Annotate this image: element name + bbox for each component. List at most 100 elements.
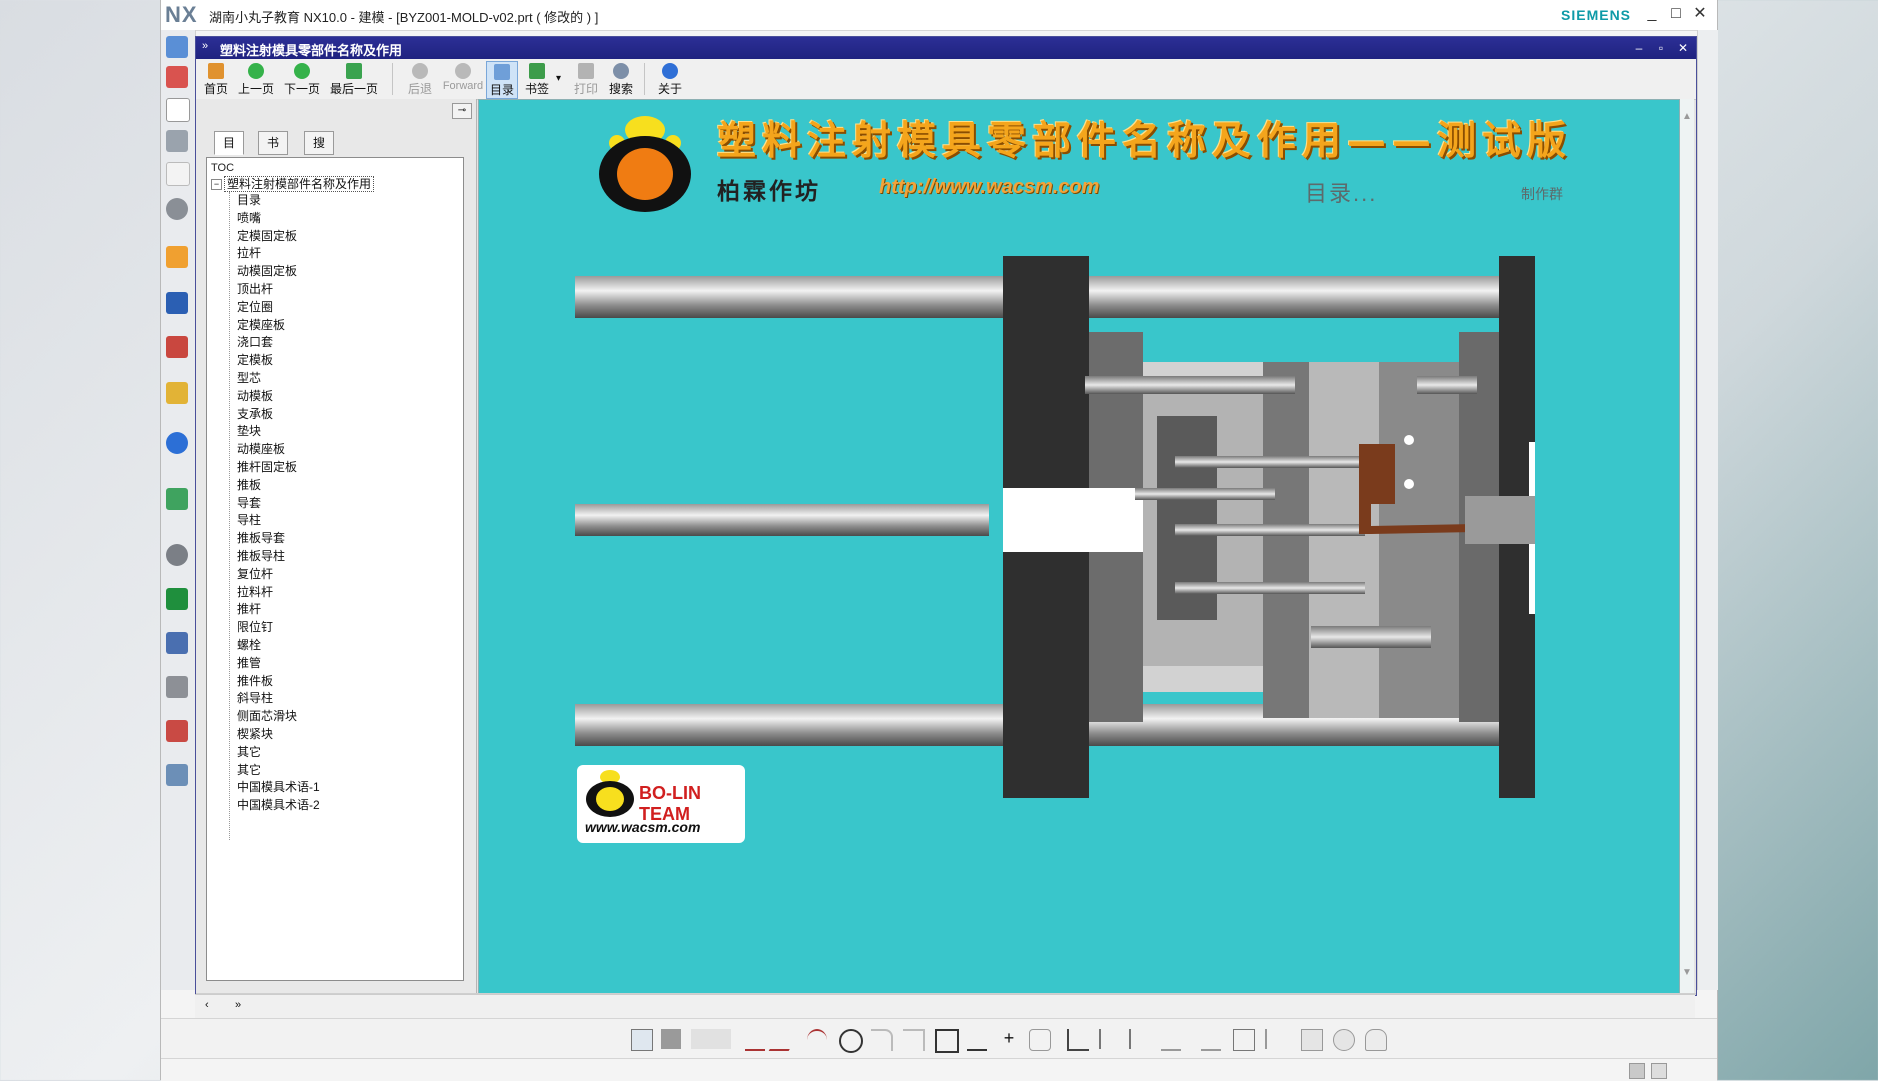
toc-item[interactable]: 定位圈 <box>237 299 320 317</box>
toc-item[interactable]: 斜导柱 <box>237 690 320 708</box>
mirror-icon[interactable] <box>1161 1029 1181 1051</box>
help-close-button[interactable]: ✕ <box>1674 39 1692 57</box>
pin-icon[interactable]: ⊸ <box>452 103 472 119</box>
maximize-button[interactable]: □ <box>1665 4 1687 24</box>
tab-toc[interactable]: 目录 <box>214 131 245 172</box>
help-maximize-button[interactable]: ▫ <box>1652 39 1670 57</box>
search-button[interactable]: 搜索 <box>604 61 638 97</box>
scroll-up-icon[interactable]: ▲ <box>1682 111 1692 122</box>
clock-icon[interactable] <box>166 544 188 566</box>
toc-item[interactable]: 复位杆 <box>237 566 320 584</box>
arc-icon[interactable] <box>807 1029 827 1051</box>
rectangle-icon[interactable] <box>935 1029 959 1053</box>
process-studio-icon[interactable] <box>166 488 188 510</box>
home-button[interactable]: 首页 <box>198 61 234 97</box>
constraint-navigator-icon[interactable] <box>166 98 190 122</box>
animate-dimension-icon[interactable] <box>1333 1029 1355 1051</box>
toc-item[interactable]: 动模座板 <box>237 441 320 459</box>
list-icon[interactable] <box>166 764 188 786</box>
gear-icon[interactable] <box>166 198 188 220</box>
info-icon[interactable] <box>166 432 188 454</box>
toc-item[interactable]: 其它 <box>237 762 320 780</box>
constraint-icon[interactable] <box>1201 1029 1221 1051</box>
toc-item[interactable]: 导套 <box>237 495 320 513</box>
back-button[interactable]: 后退 <box>400 61 440 97</box>
tab-bookmarks[interactable]: 书签 <box>258 131 289 172</box>
toc-item[interactable]: 推板导柱 <box>237 548 320 566</box>
settings-icon[interactable] <box>166 162 190 186</box>
toc-item[interactable]: 中国模具术语-1 <box>237 779 320 797</box>
sketch-icon[interactable] <box>631 1029 653 1051</box>
toc-item[interactable]: 定模座板 <box>237 317 320 335</box>
toc-item[interactable]: 型芯 <box>237 370 320 388</box>
toc-item[interactable]: 推板 <box>237 477 320 495</box>
scroll-down-icon[interactable]: ▼ <box>1682 967 1692 978</box>
minimize-button[interactable]: _ <box>1641 4 1663 24</box>
chevron-down-icon[interactable]: » <box>235 999 241 1011</box>
toc-item[interactable]: 动模固定板 <box>237 263 320 281</box>
toc-item[interactable]: 拉料杆 <box>237 584 320 602</box>
fillet-icon[interactable] <box>871 1029 893 1051</box>
toc-item[interactable]: 侧面芯滑块 <box>237 708 320 726</box>
quick-extend-icon[interactable] <box>1099 1029 1121 1049</box>
next-page-button[interactable]: 下一页 <box>280 61 324 97</box>
reuse-library-icon[interactable] <box>166 246 188 268</box>
bookmark-dropdown-icon[interactable]: ▾ <box>556 73 561 84</box>
geometric-constraint-icon[interactable] <box>1265 1029 1287 1049</box>
toc-item[interactable]: 推杆 <box>237 601 320 619</box>
help-minimize-button[interactable]: – <box>1630 39 1648 57</box>
history-palette-icon[interactable] <box>166 382 188 404</box>
credits-link[interactable]: 制作群 <box>1521 184 1563 204</box>
chamfer-icon[interactable] <box>903 1029 925 1051</box>
alternate-solution-icon[interactable] <box>1365 1029 1387 1051</box>
toc-link[interactable]: 目录... <box>1305 176 1377 208</box>
toc-item[interactable]: 楔紧块 <box>237 726 320 744</box>
full-screen-icon[interactable] <box>1629 1063 1645 1079</box>
about-button[interactable]: 关于 <box>652 61 688 97</box>
roles-icon[interactable] <box>166 632 188 654</box>
dimension-icon[interactable] <box>1233 1029 1255 1051</box>
sketch-name-field[interactable] <box>691 1029 731 1049</box>
toc-item[interactable]: 支承板 <box>237 406 320 424</box>
finish-sketch-icon[interactable] <box>661 1029 681 1049</box>
toc-item[interactable]: 推杆固定板 <box>237 459 320 477</box>
toc-item[interactable]: 定模固定板 <box>237 228 320 246</box>
manufacturing-icon[interactable] <box>166 720 188 742</box>
hd3d-icon[interactable] <box>166 292 188 314</box>
collapse-icon[interactable]: − <box>211 179 222 191</box>
tab-search[interactable]: 搜索 <box>304 131 335 172</box>
circle-icon[interactable] <box>839 1029 863 1053</box>
close-button[interactable]: ✕ <box>1689 4 1711 24</box>
profile-icon[interactable] <box>745 1029 765 1051</box>
make-corner-icon[interactable] <box>1129 1029 1151 1049</box>
toc-item[interactable]: 推件板 <box>237 673 320 691</box>
toc-item[interactable]: 浇口套 <box>237 334 320 352</box>
toc-root-node[interactable]: − 塑料注射模部件名称及作用 <box>211 175 375 192</box>
content-scrollbar[interactable]: ▲ ▼ <box>1680 99 1694 993</box>
toc-item[interactable]: 其它 <box>237 744 320 762</box>
toc-button[interactable]: 目录 <box>486 61 518 99</box>
history-icon[interactable] <box>166 130 188 152</box>
toc-item[interactable]: 拉杆 <box>237 245 320 263</box>
quick-trim-icon[interactable] <box>1067 1029 1089 1051</box>
point-icon[interactable]: + <box>999 1029 1019 1049</box>
toc-item[interactable]: 中国模具术语-2 <box>237 797 320 815</box>
polygon-icon[interactable] <box>967 1029 987 1051</box>
part-navigator-icon[interactable] <box>166 36 188 58</box>
show-constraints-icon[interactable] <box>1301 1029 1323 1051</box>
bookmark-button[interactable]: 书签 <box>520 61 554 97</box>
line-icon[interactable] <box>768 1029 802 1051</box>
web-browser-icon[interactable] <box>166 336 188 358</box>
toc-item[interactable]: 动模板 <box>237 388 320 406</box>
toc-item[interactable]: 推板导套 <box>237 530 320 548</box>
forward-button[interactable]: Forward <box>440 61 486 97</box>
view-mode-icon[interactable] <box>1651 1063 1667 1079</box>
offset-icon[interactable] <box>1029 1029 1051 1051</box>
nav-left-icon[interactable]: ‹ <box>205 999 209 1011</box>
previous-page-button[interactable]: 上一页 <box>234 61 278 97</box>
print-button[interactable]: 打印 <box>568 61 604 97</box>
system-scenes-icon[interactable] <box>166 676 188 698</box>
color-palette-icon[interactable] <box>166 588 188 610</box>
toc-item[interactable]: 垫块 <box>237 423 320 441</box>
website-link[interactable]: http://www.wacsm.com <box>879 176 1099 199</box>
